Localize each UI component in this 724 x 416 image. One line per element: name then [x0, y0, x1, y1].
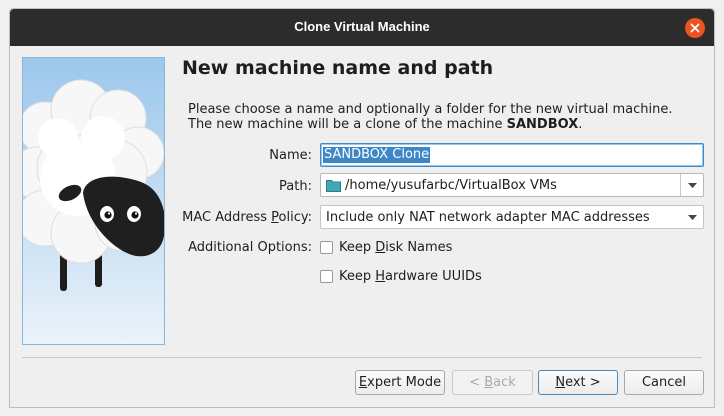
clone-vm-dialog: Clone Virtual Machine New machine name a…	[9, 8, 715, 408]
page-title: New machine name and path	[182, 57, 494, 79]
title-bar[interactable]: Clone Virtual Machine	[10, 9, 714, 46]
path-value: /home/yusufarbc/VirtualBox VMs	[345, 178, 557, 193]
sheep-illustration	[22, 57, 165, 345]
next-accel: N	[555, 375, 566, 390]
keep-hardware-uuids-checkbox[interactable]	[320, 270, 333, 283]
description-line-2-suffix: .	[578, 117, 583, 132]
keep-hw-pre: Keep	[339, 269, 376, 284]
description-line-2-prefix: The new machine will be a clone of the m…	[188, 117, 507, 132]
mac-policy-select[interactable]: Include only NAT network adapter MAC add…	[320, 205, 704, 229]
expert-rest: xpert Mode	[367, 375, 442, 390]
keep-hw-accel: H	[375, 269, 386, 284]
keep-disk-names-option[interactable]: Keep Disk Names	[320, 240, 452, 255]
name-label: Name:	[269, 148, 312, 163]
close-button[interactable]	[685, 18, 705, 38]
mac-policy-label: MAC Address Policy:	[182, 210, 312, 225]
back-pre: <	[469, 375, 485, 390]
separator	[22, 357, 702, 358]
keep-disk-names-label: Keep Disk Names	[339, 240, 452, 255]
close-icon	[690, 23, 700, 33]
back-post: ack	[493, 375, 516, 390]
name-input-value: SANDBOX Clone	[323, 147, 431, 163]
next-button[interactable]: Next >	[538, 370, 618, 395]
keep-disk-names-checkbox[interactable]	[320, 241, 333, 254]
keep-disk-accel: D	[375, 240, 386, 255]
description-line-2: The new machine will be a clone of the m…	[188, 117, 698, 132]
path-label: Path:	[279, 179, 312, 194]
description-line-1: Please choose a name and optionally a fo…	[188, 102, 673, 117]
source-machine-name: SANDBOX	[506, 117, 579, 132]
back-button[interactable]: < Back	[452, 370, 533, 395]
keep-disk-post: isk Names	[385, 240, 453, 255]
next-post: ext >	[565, 375, 601, 390]
mac-policy-dropdown[interactable]	[681, 206, 703, 228]
cancel-button[interactable]: Cancel	[624, 370, 704, 395]
window-title: Clone Virtual Machine	[294, 19, 430, 34]
path-dropdown-button[interactable]	[680, 174, 703, 196]
keep-hw-post: ardware UUIDs	[385, 269, 482, 284]
back-accel: B	[484, 375, 494, 390]
chevron-down-icon	[687, 182, 697, 188]
keep-hardware-uuids-label: Keep Hardware UUIDs	[339, 269, 482, 284]
page-description: Please choose a name and optionally a fo…	[188, 102, 698, 132]
expert-mode-button[interactable]: Expert Mode	[355, 370, 445, 395]
folder-icon	[326, 180, 341, 192]
mac-label-text-post: olicy:	[278, 210, 312, 225]
keep-disk-pre: Keep	[339, 240, 376, 255]
mac-label-text-pre: MAC Address	[182, 210, 272, 225]
expert-accel: E	[358, 375, 368, 390]
additional-options-label: Additional Options:	[188, 240, 312, 255]
keep-hardware-uuids-option[interactable]: Keep Hardware UUIDs	[320, 269, 482, 284]
name-input[interactable]: SANDBOX Clone	[320, 143, 704, 167]
path-combobox[interactable]: /home/yusufarbc/VirtualBox VMs	[320, 173, 704, 197]
mac-policy-value: Include only NAT network adapter MAC add…	[326, 210, 650, 225]
mac-label-accel: P	[271, 210, 279, 225]
chevron-down-icon	[687, 214, 697, 220]
